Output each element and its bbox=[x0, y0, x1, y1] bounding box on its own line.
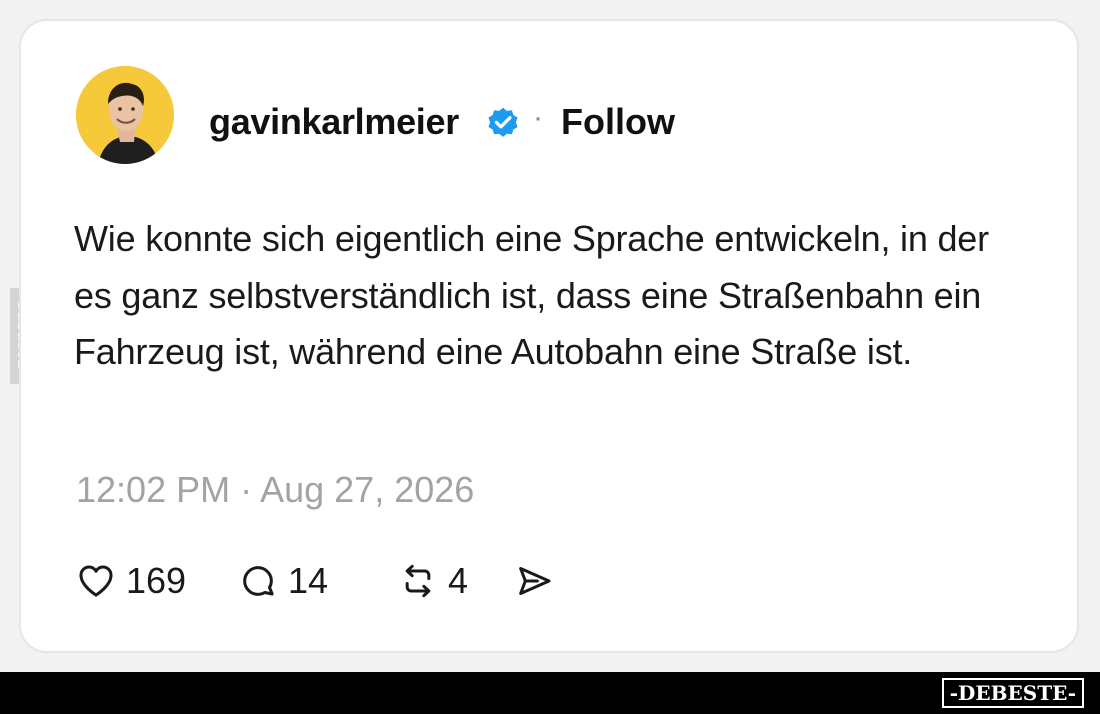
separator-dot: · bbox=[533, 101, 543, 134]
repost-button[interactable]: 4 bbox=[398, 557, 468, 605]
speech-bubble-icon bbox=[243, 566, 274, 596]
send-icon bbox=[519, 567, 551, 595]
post-text: Wie konnte sich eigentlich eine Sprache … bbox=[74, 218, 989, 372]
username[interactable]: gavinkarlmeier bbox=[209, 101, 459, 143]
reply-count: 14 bbox=[288, 560, 329, 601]
repost-count: 4 bbox=[448, 560, 469, 601]
verified-badge-icon bbox=[488, 107, 518, 137]
footer-bar: -DEBESTE- bbox=[0, 672, 1100, 714]
avatar[interactable] bbox=[76, 66, 174, 164]
debeste-logo: -DEBESTE- bbox=[941, 678, 1084, 708]
post-timestamp[interactable]: 12:02 PM · Aug 27, 2026 bbox=[76, 469, 474, 511]
repost-icon bbox=[405, 564, 431, 598]
heart-icon bbox=[79, 565, 113, 597]
avatar-portrait bbox=[76, 66, 174, 164]
post-card: gavinkarlmeier · Follow Wie konnte sich … bbox=[19, 19, 1079, 653]
follow-button[interactable]: Follow bbox=[561, 101, 675, 143]
share-button[interactable] bbox=[514, 557, 554, 605]
like-button[interactable]: 169 bbox=[76, 557, 186, 605]
like-count: 169 bbox=[126, 560, 187, 601]
reply-button[interactable]: 14 bbox=[238, 557, 328, 605]
